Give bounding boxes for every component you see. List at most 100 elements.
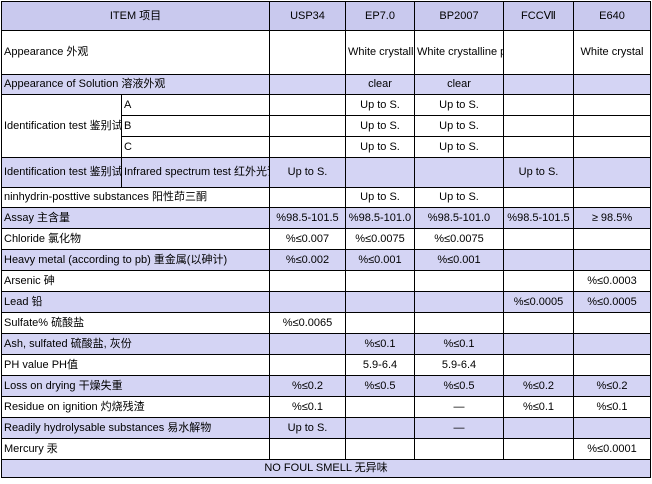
cell-e	[573, 417, 651, 439]
cell-bp: Up to S.	[414, 94, 504, 116]
cell-e	[573, 249, 651, 271]
row-label: Heavy metal (according to pb) 重金属(以砷计)	[1, 249, 270, 271]
cell-ep: %≤0.0075	[345, 228, 415, 250]
cell-e: %≤0.0001	[573, 438, 651, 460]
cell-e	[573, 354, 651, 376]
cell-ep: 5.9-6.4	[345, 354, 415, 376]
cell-ep	[345, 157, 415, 188]
cell-usp: %≤0.2	[269, 375, 346, 397]
table-row-ninhydrin: ninhydrin-posttive substances 阳性茚三酮 Up t…	[1, 187, 651, 208]
cell-bp: —	[414, 396, 504, 418]
cell-fcc: %98.5-101.5	[503, 207, 574, 229]
cell-ep: %98.5-101.0	[345, 207, 415, 229]
cell-ep: Up to S.	[345, 136, 415, 158]
cell-fcc: %≤0.0005	[503, 291, 574, 313]
cell-e: %≤0.2	[573, 375, 651, 397]
cell-fcc: Up to S.	[503, 157, 574, 188]
cell-fcc	[503, 94, 574, 116]
specification-table: ITEM 项目 USP34 EP7.0 BP2007 FCCⅦ E640 App…	[1, 1, 651, 478]
cell-usp: %≤0.0065	[269, 312, 346, 334]
table-row-solution: Appearance of Solution 溶液外观 clear clear	[1, 74, 651, 95]
row-label: Appearance of Solution 溶液外观	[1, 74, 270, 95]
cell-usp: %≤0.007	[269, 228, 346, 250]
row-label: Loss on drying 干燥失重	[1, 375, 270, 397]
header-bp: BP2007	[414, 1, 504, 31]
cell-e: White crystal	[573, 30, 651, 75]
sub-label-a: A	[121, 94, 270, 116]
row-label: Lead 铅	[1, 291, 270, 313]
cell-e	[573, 94, 651, 116]
table-row-ident-ir: Identification test 鉴别试验 Infrared spectr…	[1, 157, 651, 188]
cell-fcc: %≤0.2	[503, 375, 574, 397]
cell-bp	[414, 157, 504, 188]
cell-usp	[269, 136, 346, 158]
cell-ep: %≤0.1	[345, 333, 415, 355]
cell-bp: %≤0.5	[414, 375, 504, 397]
cell-bp: %≤0.001	[414, 249, 504, 271]
cell-ep: %≤0.001	[345, 249, 415, 271]
sub-label-ir: Infrared spectrum test 红外光谱试验	[121, 157, 270, 188]
cell-e: ≥ 98.5%	[573, 207, 651, 229]
row-label: Readily hydrolysable substances 易水解物	[1, 417, 270, 439]
table-row-arsenic: Arsenic 砷 %≤0.0003	[1, 270, 651, 292]
cell-ep	[345, 417, 415, 439]
cell-fcc	[503, 417, 574, 439]
cell-e	[573, 115, 651, 137]
row-label: ninhydrin-posttive substances 阳性茚三酮	[1, 187, 270, 208]
cell-fcc	[503, 115, 574, 137]
table-row-ash: Ash, sulfated 硫酸盐, 灰份 %≤0.1 %≤0.1	[1, 333, 651, 355]
header-e: E640	[573, 1, 651, 31]
cell-ep	[345, 291, 415, 313]
cell-fcc	[503, 30, 574, 75]
table-row-heavy-metal: Heavy metal (according to pb) 重金属(以砷计) %…	[1, 249, 651, 271]
cell-ep	[345, 438, 415, 460]
row-label: Mercury 汞	[1, 438, 270, 460]
cell-usp	[269, 115, 346, 137]
cell-bp: White crystalline powder	[414, 30, 504, 75]
cell-e	[573, 228, 651, 250]
cell-usp: Up to S.	[269, 417, 346, 439]
table-row-assay: Assay 主含量 %98.5-101.5 %98.5-101.0 %98.5-…	[1, 207, 651, 229]
cell-fcc: %≤0.1	[503, 396, 574, 418]
cell-usp	[269, 187, 346, 208]
table-row-mercury: Mercury 汞 %≤0.0001	[1, 438, 651, 460]
row-label: Assay 主含量	[1, 207, 270, 229]
cell-bp	[414, 438, 504, 460]
cell-usp	[269, 354, 346, 376]
cell-ep	[345, 312, 415, 334]
table-row-hydrolysable: Readily hydrolysable substances 易水解物 Up …	[1, 417, 651, 439]
row-label: Arsenic 砷	[1, 270, 270, 292]
row-label: Identification test 鉴别试验	[1, 157, 122, 188]
cell-ep: White crystalline powder	[345, 30, 415, 75]
cell-fcc	[503, 333, 574, 355]
cell-e	[573, 312, 651, 334]
cell-usp	[269, 291, 346, 313]
table-row-ident-a: Identification test 鉴别试验 (firstA, second…	[1, 94, 651, 158]
cell-usp: %≤0.002	[269, 249, 346, 271]
cell-bp	[414, 291, 504, 313]
header-item: ITEM 项目	[1, 1, 270, 31]
cell-e	[573, 187, 651, 208]
cell-fcc	[503, 187, 574, 208]
cell-e: %≤0.1	[573, 396, 651, 418]
cell-e	[573, 333, 651, 355]
cell-usp	[269, 438, 346, 460]
cell-bp: Up to S.	[414, 136, 504, 158]
cell-ep: %≤0.5	[345, 375, 415, 397]
sub-label-b: B	[121, 115, 270, 137]
table-row-residue: Residue on ignition 灼烧残渣 %≤0.1 — %≤0.1 %…	[1, 396, 651, 418]
cell-bp: 5.9-6.4	[414, 354, 504, 376]
cell-bp: Up to S.	[414, 115, 504, 137]
cell-e	[573, 157, 651, 188]
row-label: Appearance 外观	[1, 30, 270, 75]
cell-fcc	[503, 74, 574, 95]
cell-usp	[269, 74, 346, 95]
cell-fcc	[503, 136, 574, 158]
cell-fcc	[503, 228, 574, 250]
cell-fcc	[503, 270, 574, 292]
cell-e	[573, 136, 651, 158]
table-row-lead: Lead 铅 %≤0.0005 %≤0.0005	[1, 291, 651, 313]
cell-e: %≤0.0003	[573, 270, 651, 292]
cell-e	[573, 74, 651, 95]
cell-fcc	[503, 354, 574, 376]
